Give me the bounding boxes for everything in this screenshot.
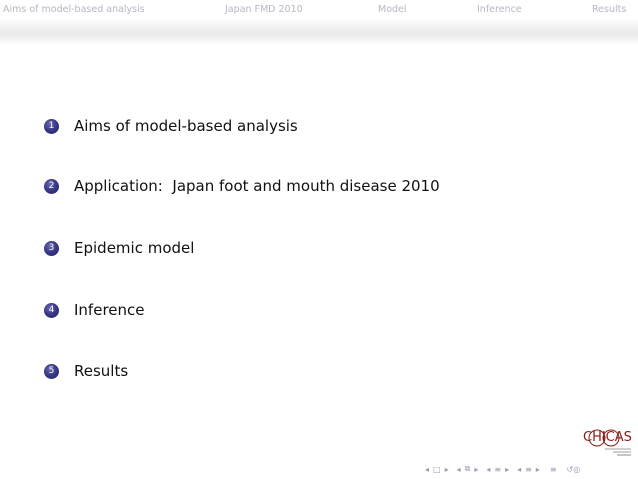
- toc-item-label: Inference: [74, 301, 145, 319]
- section-prev-icon[interactable]: ◂: [486, 465, 490, 474]
- toc-item-epidemic-model[interactable]: 3 Epidemic model: [44, 238, 194, 258]
- toc-item-label: Aims of model-based analysis: [74, 117, 298, 135]
- frame-icon: □: [433, 464, 441, 474]
- subsection-next-icon[interactable]: ▸: [474, 465, 478, 474]
- align-icon[interactable]: ≡: [550, 465, 557, 474]
- toc-number-badge: 3: [44, 240, 59, 256]
- toc-item-label: Results: [74, 362, 129, 380]
- nav-link-aims[interactable]: Aims of model-based analysis: [3, 4, 145, 15]
- toc-number-badge: 5: [44, 363, 59, 379]
- toc-item-application[interactable]: 2 Application: Japan foot and mouth dise…: [44, 176, 440, 196]
- nav-link-japan-fmd[interactable]: Japan FMD 2010: [225, 4, 303, 15]
- doc-icon: ≡: [525, 464, 532, 474]
- nav-link-results[interactable]: Results: [592, 4, 626, 15]
- section-icon: ≡: [494, 464, 502, 474]
- subsection-prev-icon[interactable]: ◂: [457, 465, 461, 474]
- toc-item-label: Application: Japan foot and mouth diseas…: [74, 177, 440, 195]
- search-icon[interactable]: ↺◎: [567, 465, 581, 474]
- toc-number-badge: 2: [44, 178, 59, 194]
- frame-prev-icon[interactable]: ◂: [425, 465, 429, 474]
- toc-number-badge: 4: [44, 302, 59, 318]
- subsection-icon: ⧉: [464, 464, 471, 473]
- doc-next-icon[interactable]: ▸: [536, 465, 540, 474]
- toc-item-label: Epidemic model: [74, 239, 195, 257]
- toc-number-badge: 1: [44, 118, 59, 134]
- chicas-logo: CHICAS: [583, 428, 633, 458]
- section-next-icon[interactable]: ▸: [505, 465, 509, 474]
- nav-link-inference[interactable]: Inference: [477, 4, 522, 15]
- toc-item-results[interactable]: 5 Results: [44, 361, 128, 381]
- toc-item-inference[interactable]: 4 Inference: [44, 300, 145, 320]
- nav-link-model[interactable]: Model: [378, 4, 407, 15]
- beamer-navigation-symbols: ◂ □ ▸ ◂ ⧉ ▸ ◂ ≡ ▸ ◂ ≡ ▸ ≡ ↺◎: [425, 464, 580, 474]
- header-navigation-bar: Aims of model-based analysis Japan FMD 2…: [0, 0, 638, 44]
- logo-text: CHICAS: [583, 430, 632, 445]
- toc-item-aims[interactable]: 1 Aims of model-based analysis: [44, 116, 298, 136]
- doc-prev-icon[interactable]: ◂: [517, 465, 521, 474]
- frame-next-icon[interactable]: ▸: [445, 465, 449, 474]
